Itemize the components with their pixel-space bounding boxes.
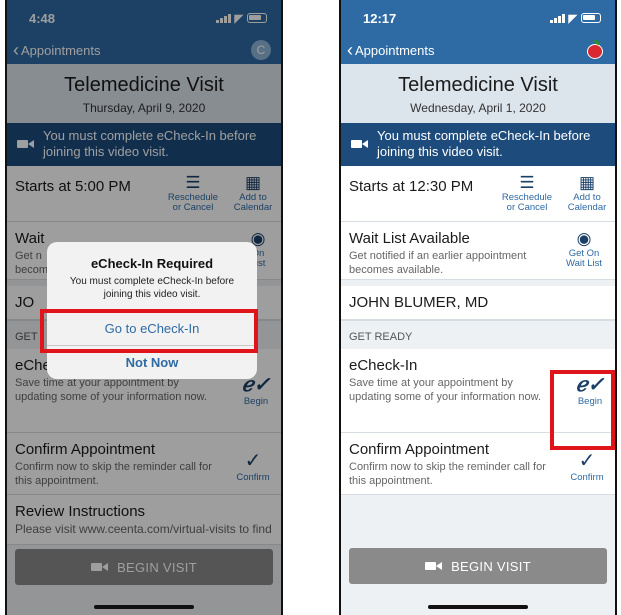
echeckin-warning-banner: You must complete eCheck-In before joini… [341,123,615,166]
apple-icon[interactable] [585,40,605,60]
home-indicator [94,605,194,609]
reschedule-icon: ☰ [519,172,535,192]
waitlist-action: Get On Wait List [565,247,603,270]
get-on-waitlist-button[interactable]: ◉ Get On Wait List [561,230,607,271]
banner-text: You must complete eCheck-In before joini… [377,128,591,160]
phone-screen-left: 4:48 ◤ ‹ Appointments C Telemedicine Vis… [5,0,283,615]
alert-message: You must complete eCheck-In before joini… [69,276,235,300]
waitlist-icon: ◉ [576,228,592,248]
battery-icon [581,13,601,23]
page-title: Telemedicine Visit [398,74,558,96]
reschedule-label: Reschedule or Cancel [501,191,553,214]
nav-bar: ‹ Appointments [341,36,615,64]
begin-visit-label: BEGIN VISIT [451,558,531,574]
section-heading: GET READY [341,319,615,349]
wifi-icon: ◤ [568,12,577,25]
start-time-card: Starts at 12:30 PM ☰ Reschedule or Cance… [341,165,615,222]
back-button[interactable]: ‹ Appointments [347,41,435,59]
signal-icon [549,13,565,23]
begin-visit-button[interactable]: BEGIN VISIT [349,548,607,584]
reschedule-button[interactable]: ☰ Reschedule or Cancel [499,174,555,215]
visit-header: Telemedicine Visit Wednesday, April 1, 2… [341,64,615,123]
camera-icon [351,139,369,149]
highlight-echeckin-begin [550,370,615,450]
checkmark-icon: ✓ [578,449,596,472]
confirm-title: Confirm Appointment [349,440,490,458]
start-time: Starts at 12:30 PM [349,177,474,195]
phone-screen-right: 12:17 ◤ ‹ Appointments Telemedicine Visi… [339,0,617,615]
confirm-button[interactable]: ✓ Confirm [567,451,607,484]
provider-name: JOHN BLUMER, MD [349,293,489,311]
status-time: 12:17 [363,10,397,26]
calendar-icon: ▦ [578,172,596,192]
calendar-label: Add to Calendar [567,191,607,214]
alert-title: eCheck-In Required [90,256,214,271]
confirm-desc: Confirm now to skip the reminder call fo… [349,460,546,487]
highlight-go-to-echeckin [40,309,258,353]
waitlist-card: Wait List Available Get notified if an e… [341,221,615,280]
echeckin-desc: Save time at your appointment by updatin… [349,376,542,403]
add-to-calendar-button[interactable]: ▦ Add to Calendar [567,174,607,215]
camera-icon [425,561,443,571]
echeckin-title: eCheck-In [349,356,418,374]
provider-card: JOHN BLUMER, MD [341,285,615,320]
status-icons: ◤ [549,12,601,25]
waitlist-title: Wait List Available [349,229,470,247]
waitlist-desc: Get notified if an earlier appointment b… [349,249,527,276]
back-chevron-icon: ‹ [347,40,353,60]
home-indicator [428,605,528,609]
top-bar: 12:17 ◤ ‹ Appointments [341,0,615,64]
visit-date: Wednesday, April 1, 2020 [410,101,546,115]
confirm-label: Confirm [570,471,604,483]
status-bar: 12:17 ◤ [341,0,615,36]
back-label: Appointments [355,42,435,58]
